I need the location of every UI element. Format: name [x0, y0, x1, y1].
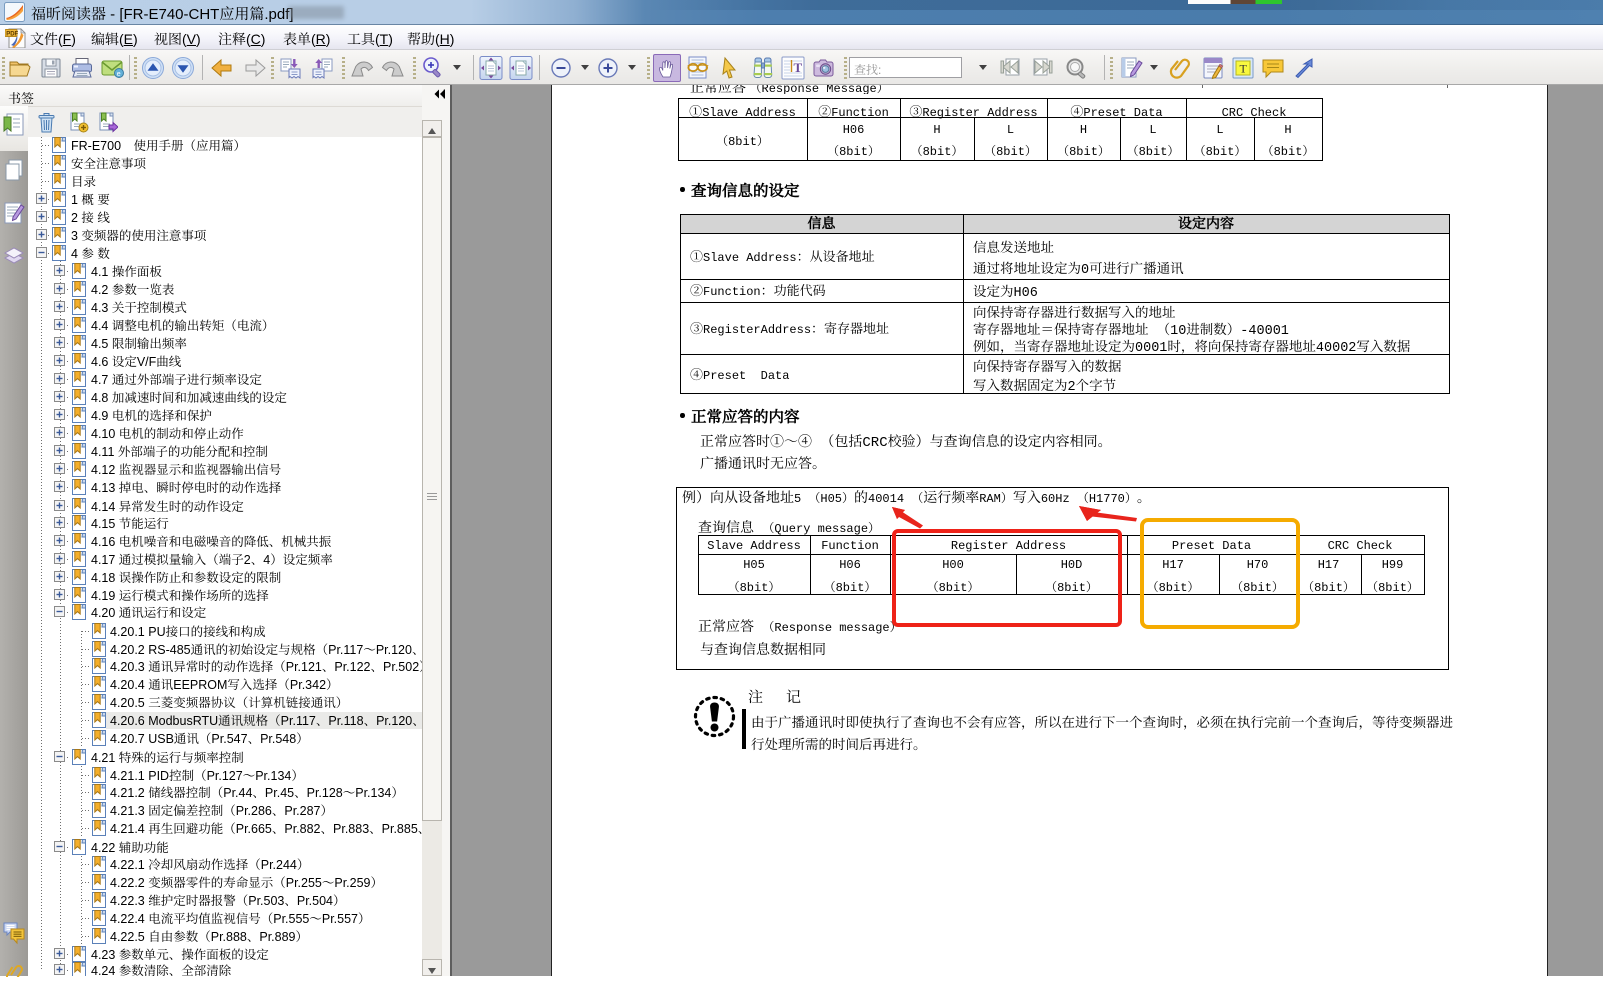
svg-text:T: T	[1240, 62, 1248, 76]
svg-text:PDF: PDF	[6, 31, 18, 37]
svg-text:T: T	[794, 60, 803, 75]
svg-text:e: e	[117, 71, 121, 78]
